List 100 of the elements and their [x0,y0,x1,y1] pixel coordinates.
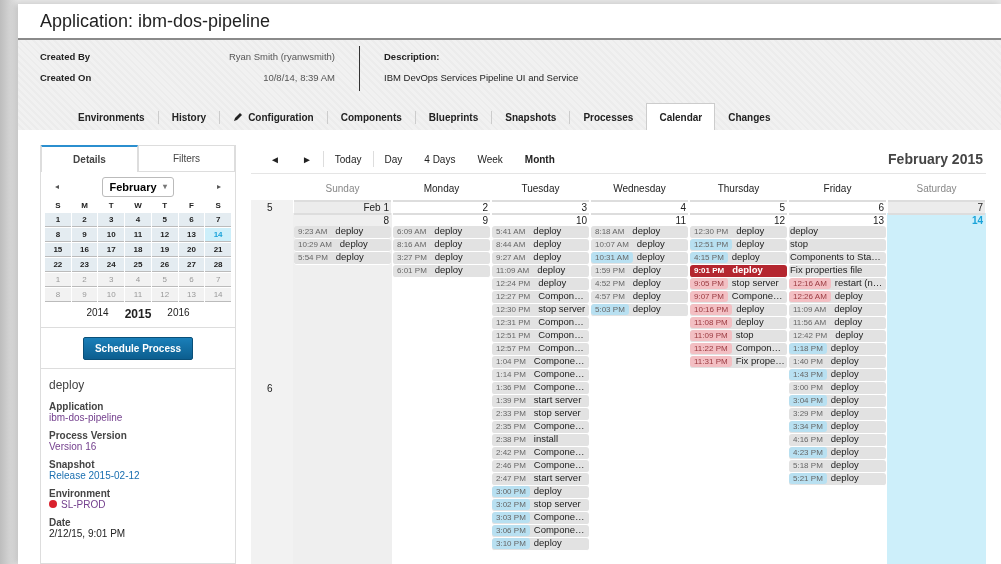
calendar-day[interactable]: 4 [125,213,151,227]
event-time: 5:41 AM [495,226,527,237]
weekday-label: T [107,200,115,212]
event-time: 5:54 PM [297,252,329,263]
event-time: 3:29 PM [792,408,824,419]
tab[interactable]: Calendar [646,102,716,130]
calendar-day[interactable]: 12 [151,228,178,242]
calendar-day[interactable]: 8 [45,228,71,242]
link[interactable]: Version 16 [49,441,97,452]
view-button[interactable]: Month [513,149,566,169]
event-time: 12:31 PM [495,317,532,328]
event-time: 12:30 PM [693,226,730,237]
calendar-day[interactable]: 19 [151,243,178,257]
event-time: 10:16 PM [690,304,733,315]
date-number: 4 [591,199,688,213]
view-button[interactable]: Day [373,149,414,169]
event-time: 2:33 PM [495,408,527,419]
week-number: 5 [267,200,273,213]
view-button[interactable]: Week [466,149,514,169]
process-name: deploy [49,377,86,394]
calendar-day[interactable]: 17 [98,243,125,257]
calendar-day[interactable]: 11 [125,228,151,242]
calendar-event[interactable]: 6:09 AM deploy [393,225,490,239]
event-time: 11:09 PM [690,330,732,341]
event-time: 1:59 PM [594,265,626,276]
tab[interactable]: Changes [715,102,784,130]
calendar-day[interactable]: 13 [178,228,205,242]
calendar-day[interactable]: 9 [71,228,98,242]
previous-button[interactable]: ◄ [259,149,291,169]
calendar-day[interactable]: 15 [45,243,71,257]
today-button[interactable]: Today [323,149,373,169]
calendar-day[interactable]: 22 [45,258,71,272]
calendar-day[interactable]: 24 [98,258,125,272]
event-time: 2:42 PM [495,447,527,458]
tab[interactable]: History [158,102,220,130]
next-month-button[interactable]: ▸ [217,180,221,193]
calendar-day[interactable]: 23 [71,258,98,272]
tab[interactable]: Components [327,102,415,130]
calendar-event[interactable]: 5:41 AM deploy [492,225,589,239]
event-time: 3:27 PM [396,252,428,263]
event-time: 1:39 PM [495,395,527,406]
event-time: 12:24 PM [495,278,532,289]
weekday-label: F [187,200,195,212]
event-time: 9:05 PM [690,278,728,289]
calendar-day[interactable]: 21 [205,243,231,257]
calendar-day[interactable]: 3 [98,213,125,227]
calendar-day[interactable]: 10 [98,228,125,242]
calendar-day[interactable]: 5 [151,213,178,227]
tab[interactable]: Processes [570,102,647,130]
event-time: 11:09 AM [495,265,531,276]
tab[interactable]: Blueprints [415,102,492,130]
calendar-day[interactable]: 26 [151,258,178,272]
link[interactable]: ibm-dos-pipeline [49,412,123,423]
calendar-event[interactable]: 12:30 PM deploy [690,225,787,239]
year-link[interactable]: 2016 [167,305,190,323]
event-time: 2:38 PM [495,434,527,445]
tab[interactable]: Environments [65,102,158,130]
calendar-day[interactable]: 27 [178,258,205,272]
calendar-day[interactable]: 25 [125,258,151,272]
calendar-event[interactable]: deploy [789,225,886,239]
event-time: 1:18 PM [789,343,827,354]
event-time: 4:23 PM [789,447,827,458]
event-time: 5:03 PM [591,304,629,315]
date-number: 6 [789,199,886,213]
year-link[interactable]: 2015 [124,305,152,323]
panel-tab[interactable]: Filters [138,144,235,172]
panel-tab[interactable]: Details [41,144,138,172]
tab[interactable]: Snapshots [492,102,570,130]
calendar-day[interactable]: 1 [45,213,71,227]
field-value: 10/8/14, 8:39 AM [263,71,335,86]
calendar-day[interactable]: 20 [178,243,205,257]
date-number: 7 [888,199,985,213]
event-time: 5:21 PM [789,473,827,484]
event-time: 12:16 AM [789,278,831,289]
link[interactable]: Release 2015-02-12 [49,470,140,481]
calendar-day[interactable]: 7 [205,213,231,227]
event-time: 1:40 PM [792,356,824,367]
calendar-day[interactable]: 28 [205,258,231,272]
tab[interactable]: Configuration [220,102,327,130]
calendar-day[interactable]: 18 [125,243,151,257]
month-dropdown[interactable]: February ▾ [102,176,174,197]
year-link[interactable]: 2014 [86,305,109,323]
calendar-day[interactable]: 2 [71,213,98,227]
view-button[interactable]: 4 Days [413,149,467,169]
calendar-event[interactable]: 8:18 AM deploy [591,225,688,239]
calendar-day[interactable]: 16 [71,243,98,257]
event-time: 8:16 AM [396,239,428,250]
event-time: 12:26 AM [789,291,831,302]
event-time: 12:51 PM [495,330,532,341]
event-time: 6:09 AM [396,226,428,237]
next-button[interactable]: ► [290,149,323,169]
schedule-process-button[interactable]: Schedule Process [82,337,194,360]
link[interactable]: SL-PROD [61,499,106,510]
event-time: 9:23 AM [297,226,329,237]
week-number: 6 [267,381,273,396]
calendar-day[interactable]: 6 [178,213,205,227]
previous-month-button[interactable]: ◂ [55,180,59,193]
field-label: Date [49,517,72,528]
weekday-heading: Tuesday [520,181,561,196]
calendar-event[interactable]: 9:23 AM deploy [294,225,391,239]
